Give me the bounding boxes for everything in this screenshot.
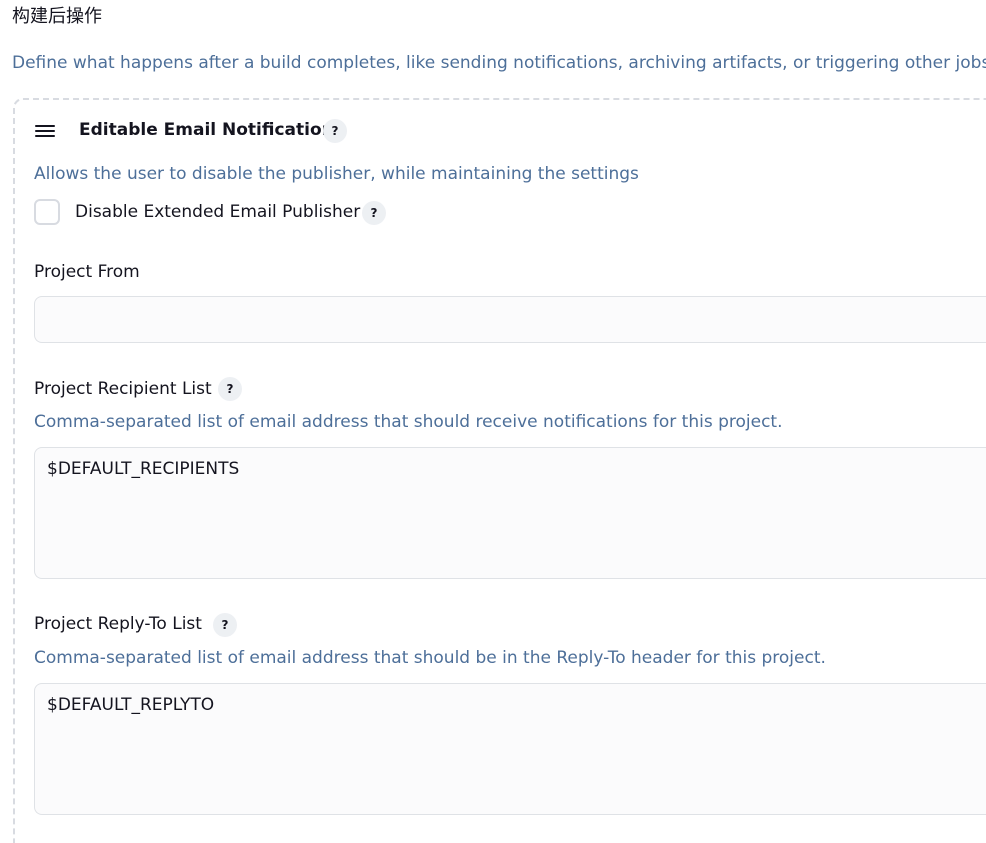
- reply-to-list-label: Project Reply-To List: [34, 614, 202, 634]
- drag-handle-icon[interactable]: [35, 125, 55, 137]
- project-from-input[interactable]: [34, 296, 986, 343]
- disable-publisher-help-icon[interactable]: ?: [362, 201, 386, 225]
- reply-to-list-textarea[interactable]: $DEFAULT_REPLYTO: [34, 683, 986, 815]
- publisher-title: Editable Email Notification: [79, 120, 334, 140]
- disable-publisher-description: Allows the user to disable the publisher…: [34, 164, 639, 184]
- project-from-label: Project From: [34, 262, 140, 282]
- post-build-actions-page: 构建后操作 Define what happens after a build …: [0, 0, 986, 843]
- recipient-list-help-icon[interactable]: ?: [218, 377, 242, 401]
- section-description: Define what happens after a build comple…: [12, 53, 986, 73]
- reply-to-list-help-icon[interactable]: ?: [213, 613, 237, 637]
- section-title: 构建后操作: [12, 6, 102, 27]
- recipient-list-textarea[interactable]: $DEFAULT_RECIPIENTS: [34, 447, 986, 579]
- recipient-list-label: Project Recipient List: [34, 379, 212, 399]
- recipient-list-description: Comma-separated list of email address th…: [34, 412, 783, 432]
- publisher-help-icon[interactable]: ?: [323, 119, 347, 143]
- disable-publisher-label[interactable]: Disable Extended Email Publisher: [75, 201, 360, 223]
- disable-publisher-checkbox[interactable]: [34, 199, 60, 225]
- reply-to-list-description: Comma-separated list of email address th…: [34, 648, 826, 668]
